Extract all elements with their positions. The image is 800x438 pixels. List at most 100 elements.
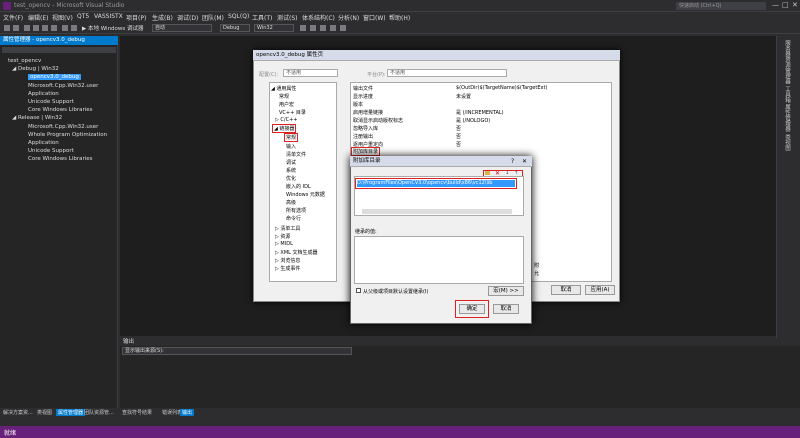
output-source-dropdown[interactable]: 显示输出来源(S):	[122, 347, 352, 355]
save-icon[interactable]	[42, 25, 48, 31]
prop-name[interactable]: 启用增量链接	[353, 109, 383, 116]
save-all-icon[interactable]	[51, 25, 57, 31]
tree-windows-metadata[interactable]: Windows 元数据	[286, 191, 325, 198]
prop-additional-lib-dirs[interactable]: 附加库目录	[351, 147, 381, 156]
prop-name[interactable]: 注册输出	[353, 133, 373, 140]
uncomment-icon[interactable]	[330, 25, 336, 31]
minimize-button[interactable]: —	[772, 1, 779, 9]
macros-button[interactable]: 宏(M) >>	[488, 286, 524, 296]
property-manager-tab[interactable]: 属性管理器	[783, 104, 791, 132]
tree-item-project[interactable]: test_opencv	[8, 58, 41, 64]
prop-value[interactable]: 是 (/NOLOGO)	[456, 117, 490, 124]
tree-item-core-libs[interactable]: Core Windows Libraries	[28, 107, 93, 113]
tree-vcpp-dirs[interactable]: VC++ 目录	[279, 109, 306, 116]
menu-analyze[interactable]: 分析(N)	[338, 13, 359, 22]
menu-tools[interactable]: 工具(T)	[252, 13, 272, 22]
tree-xml-doc[interactable]: ▷ XML 文档生成器	[275, 249, 318, 256]
tree-input[interactable]: 输入	[286, 143, 296, 150]
tree-item-debug[interactable]: ◢ Debug | Win32	[12, 66, 59, 72]
close-button[interactable]: ✕	[792, 1, 798, 9]
tree-debugging[interactable]: 调试	[286, 159, 296, 166]
menu-debug[interactable]: 调试(D)	[177, 13, 198, 22]
tab-property-manager[interactable]: 属性管理器	[56, 409, 86, 416]
prop-value[interactable]: 否	[456, 133, 461, 140]
attach-icon[interactable]	[300, 25, 306, 31]
tree-item-application[interactable]: Application	[28, 91, 59, 97]
menu-sql[interactable]: SQL(Q)	[228, 13, 249, 20]
config-select[interactable]: 不适用	[283, 69, 338, 77]
forward-icon[interactable]	[13, 25, 19, 31]
dialog-apply-button[interactable]: 应用(A)	[585, 285, 615, 295]
platform-dropdown[interactable]: Win32	[254, 24, 294, 32]
tree-item-unicode-release[interactable]: Unicode Support	[28, 148, 74, 154]
dialog-cancel-button[interactable]: 取消	[551, 285, 581, 295]
open-icon[interactable]	[33, 25, 39, 31]
menu-edit[interactable]: 编辑(E)	[28, 13, 48, 22]
prop-name[interactable]: 版本	[353, 101, 363, 108]
menu-vassistx[interactable]: VASSISTX	[94, 13, 123, 20]
directory-path-entry[interactable]: D:\ProgramFiles\OpenCV3.0\opencv\build\x…	[357, 180, 515, 187]
menu-view[interactable]: 视图(V)	[52, 13, 73, 22]
tree-system[interactable]: 系统	[286, 167, 296, 174]
help-icon[interactable]: ?	[511, 158, 514, 165]
inherit-checkbox[interactable]	[356, 288, 361, 293]
start-debugging-button[interactable]: ▶ 本地 Windows 调试器	[82, 24, 144, 32]
tree-advanced[interactable]: 高级	[286, 199, 296, 206]
platform-select[interactable]: 不适用	[387, 69, 507, 77]
redo-icon[interactable]	[71, 25, 77, 31]
horizontal-scrollbar[interactable]	[362, 209, 512, 214]
tab-error-list[interactable]: 错误列表	[162, 409, 182, 416]
tree-user-macros[interactable]: 用户宏	[279, 101, 294, 108]
bookmark-icon[interactable]	[340, 25, 346, 31]
tree-linker-general[interactable]: 常规	[284, 133, 299, 142]
prop-value[interactable]: $(OutDir)$(TargetName)$(TargetExt)	[456, 85, 547, 91]
prop-value[interactable]: 否	[456, 125, 461, 132]
tree-embedded-idl[interactable]: 嵌入的 IDL	[286, 183, 311, 190]
prop-value[interactable]: 未设置	[456, 93, 471, 100]
menu-team[interactable]: 团队(M)	[202, 13, 224, 22]
config-dropdown[interactable]: Debug	[220, 24, 250, 32]
prop-value[interactable]: 否	[456, 141, 461, 148]
menu-build[interactable]: 生成(B)	[152, 13, 173, 22]
tree-manifest-tool[interactable]: ▷ 清单工具	[275, 225, 300, 232]
prop-value[interactable]: 是 (/INCREMENTAL)	[456, 109, 504, 116]
subdialog-cancel-button[interactable]: 取消	[493, 304, 519, 314]
tree-item-core-libs-release[interactable]: Core Windows Libraries	[28, 156, 93, 162]
prop-name[interactable]: 输出文件	[353, 85, 373, 92]
tree-command-line[interactable]: 命令行	[286, 215, 301, 222]
tree-item-opencv-debug[interactable]: opencv3.0_debug	[28, 74, 81, 80]
tree-item-cpp-user-release[interactable]: Microsoft.Cpp.Win32.user	[28, 124, 98, 130]
menu-file[interactable]: 文件(F)	[3, 13, 23, 22]
find-icon[interactable]	[310, 25, 316, 31]
mode-dropdown[interactable]: 自动	[152, 24, 212, 32]
ok-button[interactable]: 确定	[459, 304, 485, 314]
tree-item-release[interactable]: ◢ Release | Win32	[12, 115, 62, 121]
menu-test[interactable]: 测试(S)	[277, 13, 298, 22]
tree-browse-info[interactable]: ▷ 浏览信息	[275, 257, 300, 264]
subdialog-close-icon[interactable]: ✕	[522, 158, 527, 165]
tree-midl[interactable]: ▷ MIDL	[275, 241, 293, 247]
tree-build-events[interactable]: ▷ 生成事件	[275, 265, 300, 272]
tree-common-props[interactable]: ◢ 通用属性	[271, 85, 296, 92]
menu-project[interactable]: 项目(P)	[126, 13, 146, 22]
tree-item-unicode[interactable]: Unicode Support	[28, 99, 74, 105]
tree-general[interactable]: 常规	[279, 93, 289, 100]
back-icon[interactable]	[4, 25, 10, 31]
toolbox-tab[interactable]: 工具箱	[783, 86, 791, 103]
new-project-icon[interactable]	[24, 25, 30, 31]
tab-class-view[interactable]: 类视图	[37, 409, 52, 416]
tree-optimization[interactable]: 优化	[286, 175, 296, 182]
tree-item-cpp-user[interactable]: Microsoft.Cpp.Win32.user	[28, 83, 98, 89]
undo-icon[interactable]	[62, 25, 68, 31]
class-view-tab[interactable]: 类视图	[783, 134, 791, 151]
tree-cpp[interactable]: ▷ C/C++	[275, 117, 297, 123]
quick-launch-input[interactable]: 快速启动 (Ctrl+Q)	[676, 2, 766, 10]
comment-icon[interactable]	[320, 25, 326, 31]
tree-manifest[interactable]: 清单文件	[286, 151, 306, 158]
menu-window[interactable]: 窗口(W)	[363, 13, 386, 22]
tree-all-options[interactable]: 所有选项	[286, 207, 306, 214]
tab-solution-explorer[interactable]: 解决方案资...	[3, 409, 33, 416]
menu-help[interactable]: 帮助(H)	[389, 13, 410, 22]
prop-name[interactable]: 忽略导入库	[353, 125, 378, 132]
server-explorer-tab[interactable]: 服务器资源管理器	[783, 40, 791, 84]
